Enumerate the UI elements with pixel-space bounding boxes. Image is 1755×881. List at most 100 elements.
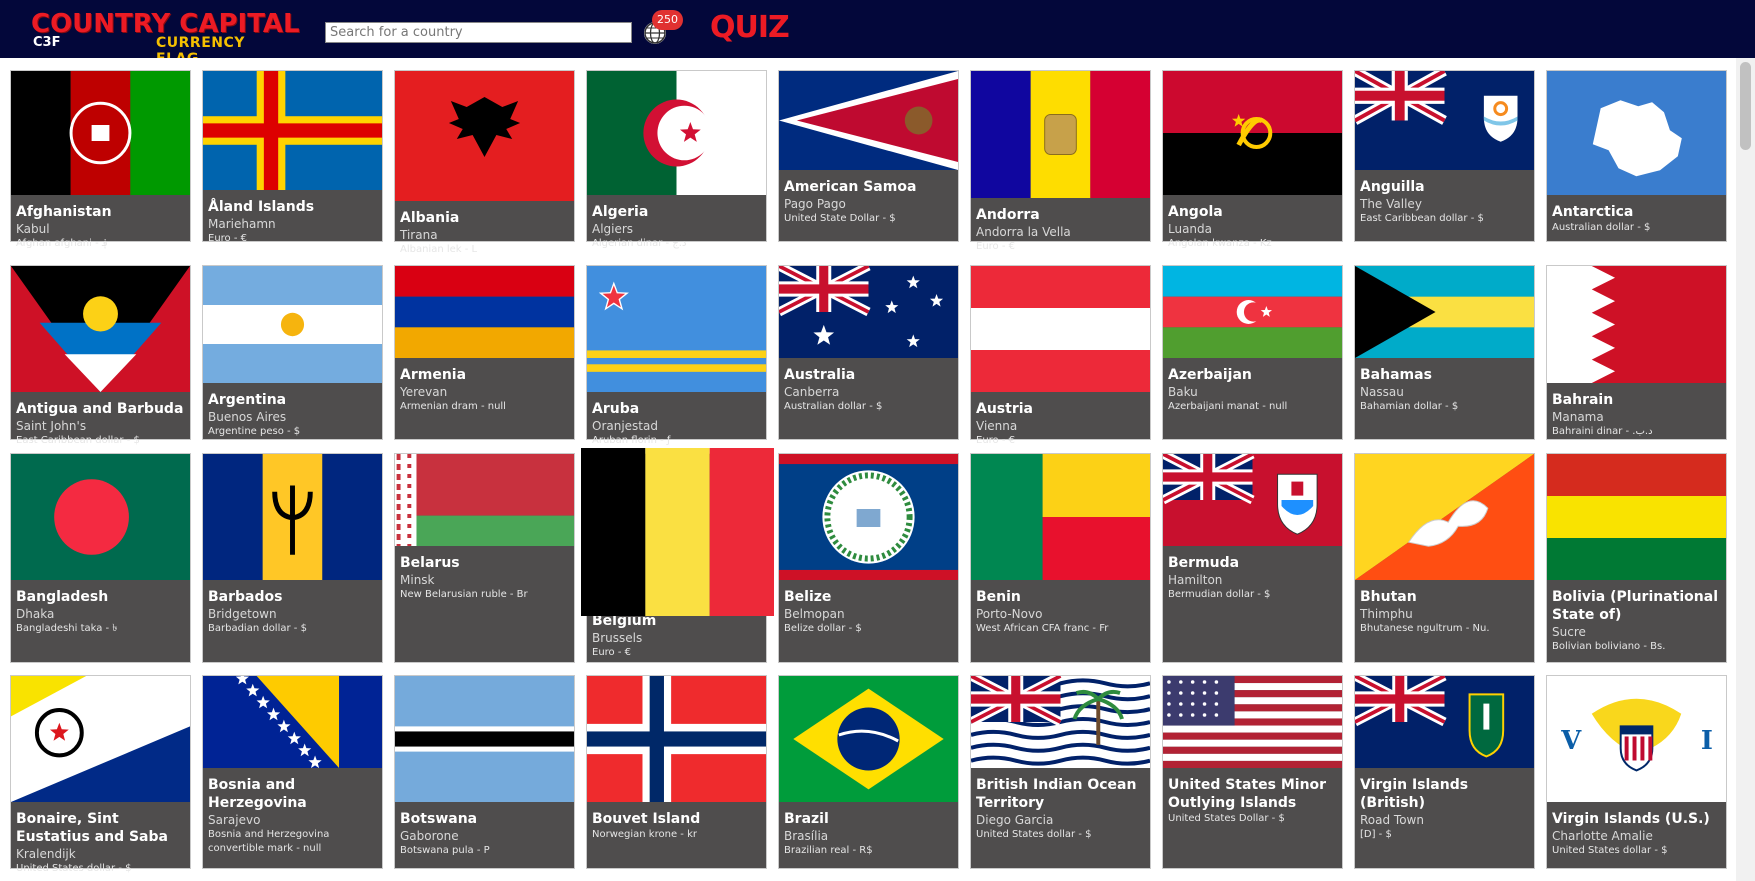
country-card-antigua-and-barbuda[interactable]: Antigua and Barbuda Saint John's East Cari… [10,265,191,446]
country-info: Antigua and Barbuda Saint John's East Cari… [16,400,187,448]
country-flag [779,266,958,358]
country-info: Bouvet Island Norwegian krone - kr [592,810,763,842]
country-currency: United States dollar - $ [976,829,1092,840]
country-card-bahamas[interactable]: Bahamas Nassau Bahamian dollar - $ [1354,265,1535,440]
country-card-albania[interactable]: Albania Tirana Albanian lek - L [394,70,575,255]
country-card-virgin-islands-british[interactable]: Virgin Islands (British) Road Town [D] - $ [1354,675,1535,869]
country-name: British Indian Ocean Territory [976,777,1137,811]
country-card-belize[interactable]: Belize Belmopan Belize dollar - $ [778,453,959,663]
country-card-bonaire-sint-eustatius-and-saba[interactable]: Bonaire, Sint Eustatius and Saba Kralendi… [10,675,191,874]
country-card-bolivia-plurinational-state-of[interactable]: Bolivia (Plurinational State of) Sucre Bol… [1546,453,1727,663]
country-name: Bolivia (Plurinational State of) [1552,589,1718,623]
country-card-bahrain[interactable]: Bahrain Manama Bahraini dinar - .د.ب [1546,265,1727,440]
country-info: Brazil Brasília Brazilian real - R$ [784,810,955,858]
country-flag [779,71,958,170]
quiz-button[interactable]: QUIZ [710,12,790,44]
country-info: Bonaire, Sint Eustatius and Saba Kralendi… [16,810,187,876]
country-name: Anguilla [1360,179,1425,195]
country-info: Virgin Islands (British) Road Town [D] - $ [1360,776,1531,842]
country-flag [587,71,766,195]
country-info: Bahrain Manama Bahraini dinar - .د.ب [1552,391,1723,439]
country-flag [581,448,774,616]
country-currency: [D] - $ [1360,829,1392,840]
country-grid: Afghanistan Kabul Afghan afghani - ؋ Åland … [0,58,1736,881]
country-capital: Brasília [784,829,829,843]
country-card-land-islands[interactable]: Åland Islands Mariehamn Euro - € [202,70,383,244]
country-card-andorra[interactable]: Andorra Andorra la Vella Euro - € [970,70,1151,252]
country-flag [203,71,382,190]
app-logo[interactable]: COUNTRY CAPITAL C3F CURRENCY FLAG [31,10,300,67]
country-card-bangladesh[interactable]: Bangladesh Dhaka Bangladeshi taka - ৳ [10,453,191,663]
country-capital: Brussels [592,631,643,645]
country-card-united-states-minor-outlying-islands[interactable]: United States Minor Outlying Islands Unit… [1162,675,1343,869]
search-input[interactable] [325,22,632,43]
country-info: Australia Canberra Australian dollar - $ [784,366,955,414]
country-currency: Bahraini dinar - .د.ب [1552,426,1653,437]
country-card-barbados[interactable]: Barbados Bridgetown Barbadian dollar - $ [202,453,383,663]
country-name: Bahrain [1552,392,1614,408]
country-flag [587,266,766,392]
country-info: Belize Belmopan Belize dollar - $ [784,588,955,636]
country-info: United States Minor Outlying Islands Unit… [1168,776,1339,826]
country-name: Benin [976,589,1021,605]
country-info: Albania Tirana Albanian lek - L [400,209,571,257]
country-flag [779,676,958,802]
country-card-american-samoa[interactable]: American Samoa Pago Pago United State Doll… [778,70,959,242]
country-capital: Manama [1552,410,1604,424]
country-card-british-indian-ocean-territory[interactable]: British Indian Ocean Territory Diego Garc… [970,675,1151,869]
country-capital: Tirana [400,228,438,242]
country-flag [203,454,382,580]
svg-text:V: V [1560,726,1582,756]
country-card-anguilla[interactable]: Anguilla The Valley East Caribbean dollar … [1354,70,1535,242]
country-card-bouvet-island[interactable]: Bouvet Island Norwegian krone - kr [586,675,767,869]
country-card-austria[interactable]: Austria Vienna Euro - € [970,265,1151,446]
country-info: Antarctica Australian dollar - $ [1552,203,1723,235]
country-flag [203,266,382,383]
country-flag [1163,71,1342,195]
country-name: Bosnia and Herzegovina [208,777,307,811]
country-currency: United State Dollar - $ [784,213,896,224]
country-flag [11,676,190,802]
country-card-australia[interactable]: Australia Canberra Australian dollar - $ [778,265,959,440]
country-info: Armenia Yerevan Armenian dram - null [400,366,571,414]
country-card-bhutan[interactable]: Bhutan Thimphu Bhutanese ngultrum - Nu. [1354,453,1535,663]
country-card-armenia[interactable]: Armenia Yerevan Armenian dram - null [394,265,575,440]
country-currency: United States dollar - $ [1552,845,1668,856]
scrollbar-thumb[interactable] [1740,62,1751,150]
country-name: Åland Islands [208,199,315,215]
country-count-badge: 250 [652,10,683,30]
country-card-brazil[interactable]: Brazil Brasília Brazilian real - R$ [778,675,959,869]
country-capital: Road Town [1360,813,1424,827]
country-capital: Saint John's [16,419,87,433]
country-flag [1163,266,1342,358]
country-flag [11,266,190,392]
country-capital: Mariehamn [208,217,276,231]
country-card-bermuda[interactable]: Bermuda Hamilton Bermudian dollar - $ [1162,453,1343,663]
country-card-azerbaijan[interactable]: Azerbaijan Baku Azerbaijani manat - null [1162,265,1343,440]
country-card-aruba[interactable]: Aruba Oranjestad Aruban florin - ƒ [586,265,767,446]
country-name: Bermuda [1168,555,1240,571]
country-capital: Thimphu [1360,607,1413,621]
country-capital: Vienna [976,419,1018,433]
country-info: Benin Porto-Novo West African CFA franc - … [976,588,1147,636]
country-info: Afghanistan Kabul Afghan afghani - ؋ [16,203,187,251]
country-card-botswana[interactable]: Botswana Gaborone Botswana pula - P [394,675,575,869]
country-info: Botswana Gaborone Botswana pula - P [400,810,571,858]
country-capital: Andorra la Vella [976,225,1071,239]
country-name: Australia [784,367,856,383]
country-flag [395,71,574,201]
country-info: Bosnia and Herzegovina Sarajevo Bosnia and… [208,776,379,856]
country-currency: Brazilian real - R$ [784,845,873,856]
country-card-virgin-islands-u-s[interactable]: V I Virgin Islands (U.S.) Charlotte Amalie U… [1546,675,1727,869]
country-card-benin[interactable]: Benin Porto-Novo West African CFA franc - … [970,453,1151,663]
scrollbar[interactable] [1736,58,1755,881]
country-info: Belarus Minsk New Belarusian ruble - Br [400,554,571,602]
country-card-belarus[interactable]: Belarus Minsk New Belarusian ruble - Br [394,453,575,663]
country-card-belgium[interactable]: Belgium Brussels Euro - € [581,448,774,663]
country-card-afghanistan[interactable]: Afghanistan Kabul Afghan afghani - ؋ [10,70,191,249]
country-card-antarctica[interactable]: Antarctica Australian dollar - $ [1546,70,1727,242]
country-card-bosnia-and-herzegovina[interactable]: Bosnia and Herzegovina Sarajevo Bosnia and… [202,675,383,869]
country-card-angola[interactable]: Angola Luanda Angolan kwanza - Kz [1162,70,1343,249]
country-card-argentina[interactable]: Argentina Buenos Aires Argentine peso - $ [202,265,383,440]
country-card-algeria[interactable]: Algeria Algiers Algerian dinar - د.ج [586,70,767,249]
